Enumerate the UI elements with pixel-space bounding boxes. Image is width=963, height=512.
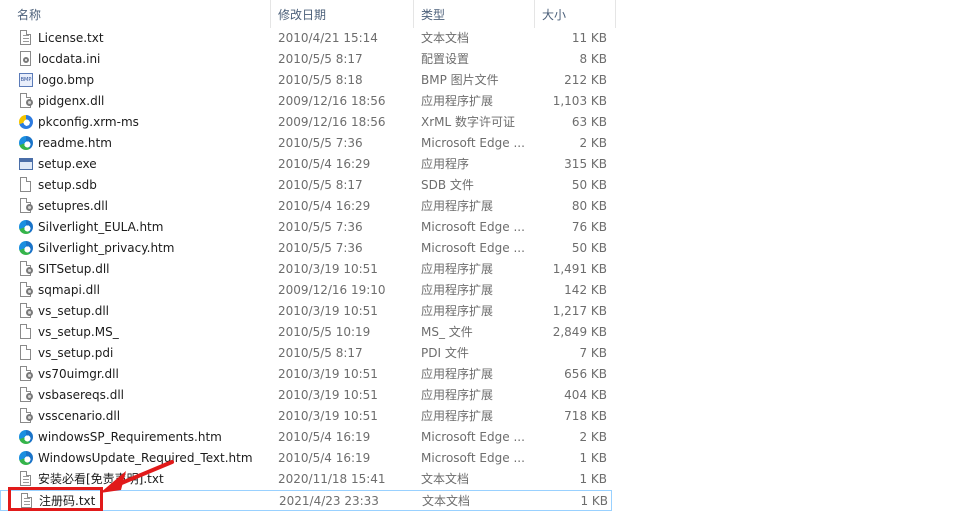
annotation-arrow-icon <box>100 460 174 493</box>
file-explorer-details-view: ^ 名称 修改日期 类型 大小 License.txt2010/4/21 15:… <box>0 0 963 512</box>
